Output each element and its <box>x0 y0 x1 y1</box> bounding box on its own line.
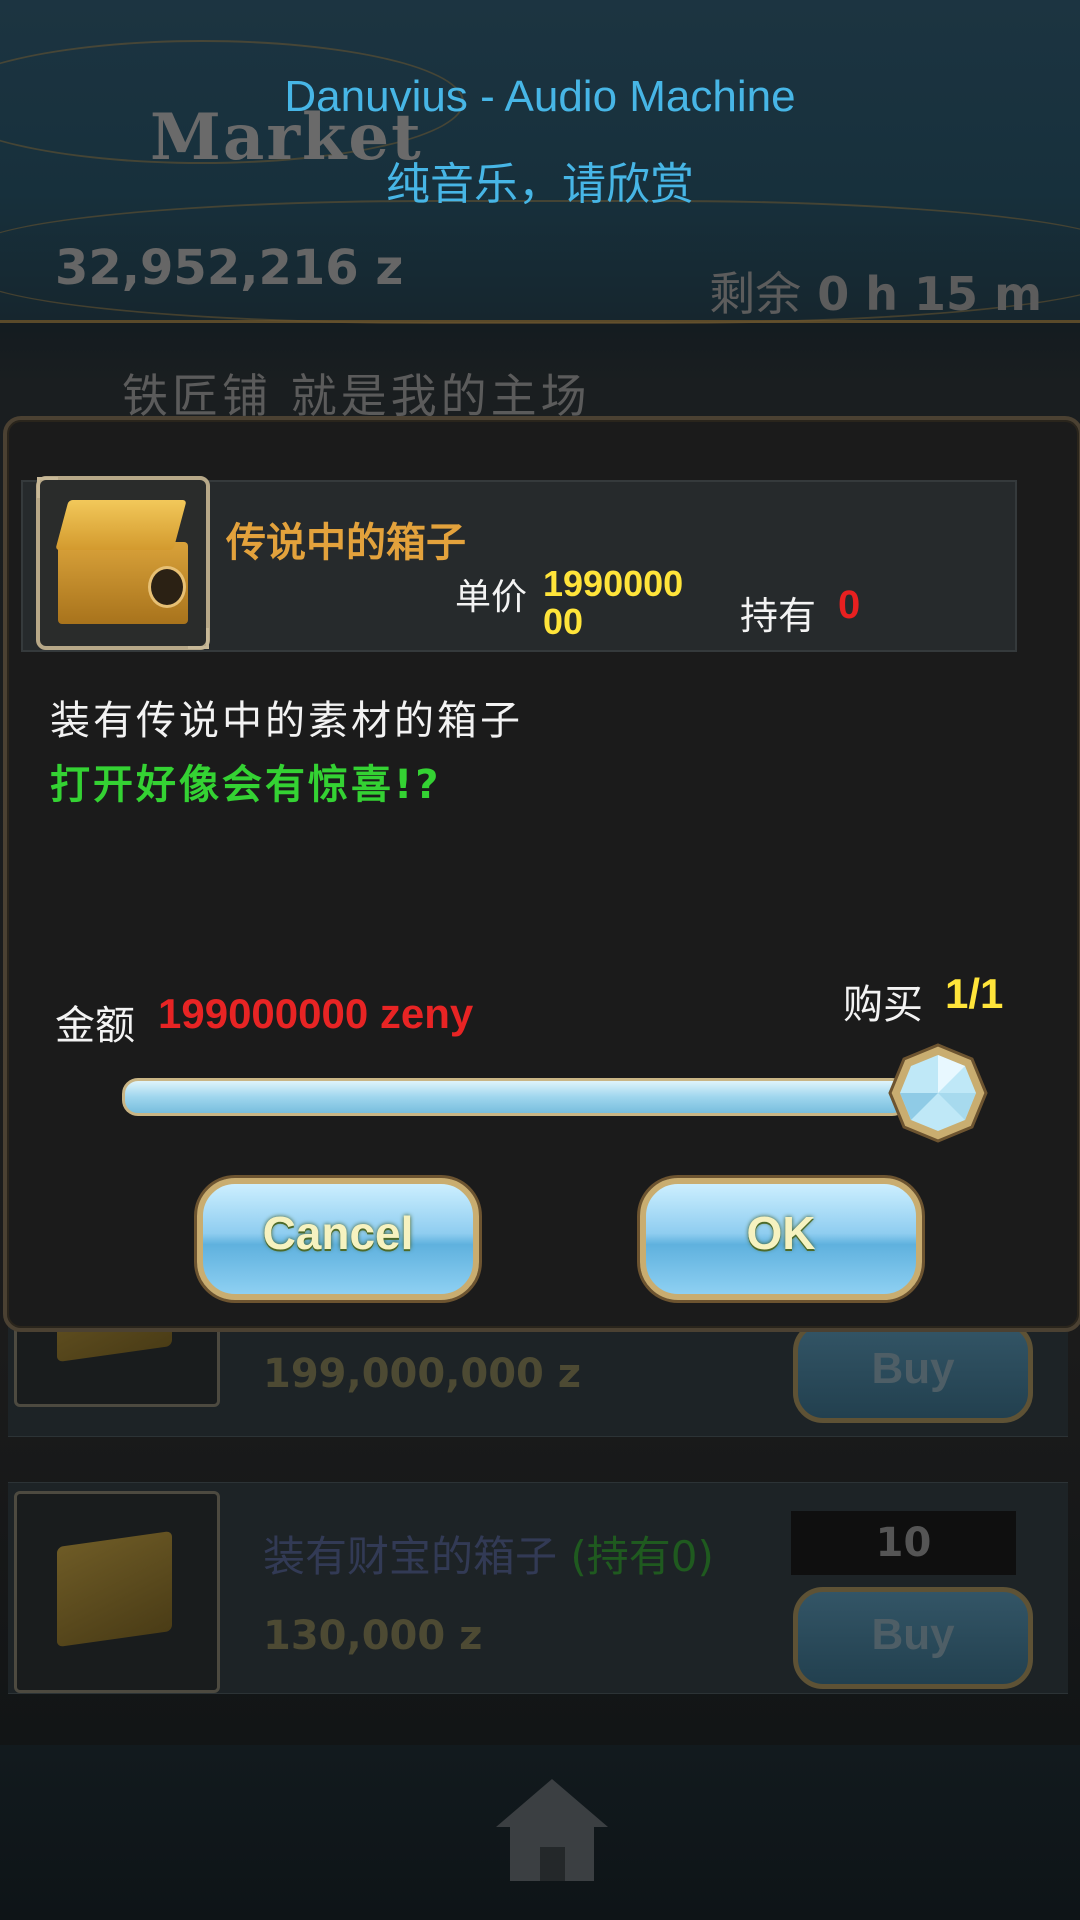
owned-label: 持有 <box>740 594 817 638</box>
item-name-text: 装有财宝的箱子 <box>263 1532 558 1581</box>
purchase-count-label: 购买 <box>843 982 923 1028</box>
buy-button[interactable]: Buy <box>793 1587 1033 1689</box>
treasure-box-icon <box>57 1530 172 1648</box>
buy-button[interactable]: Buy <box>793 1321 1033 1423</box>
list-item: 装有财宝的箱子 (持有0) 10 130,000 z Buy <box>8 1482 1068 1694</box>
time-remaining-value: 0 h 15 m <box>817 267 1042 321</box>
quantity-field[interactable]: 10 <box>791 1511 1016 1575</box>
quantity-slider[interactable] <box>122 1078 908 1116</box>
unit-price-value: 199000000 <box>543 563 684 642</box>
song-title: Danuvius - Audio Machine <box>284 72 796 121</box>
ok-button[interactable]: OK <box>640 1178 922 1300</box>
total-amount-label: 金额 <box>55 1003 135 1049</box>
time-remaining: 剩余 0 h 15 m <box>709 258 1042 324</box>
item-description: 装有传说中的素材的箱子 <box>50 698 523 744</box>
item-thumbnail <box>36 476 210 650</box>
item-description-highlight: 打开好像会有惊喜!? <box>50 762 442 808</box>
zeny-balance: 32,952,216 z <box>55 240 404 296</box>
cancel-button[interactable]: Cancel <box>197 1178 479 1300</box>
item-price: 130,000 z <box>263 1613 483 1659</box>
owned-value: 0 <box>838 583 861 627</box>
item-name: 装有财宝的箱子 (持有0) <box>263 1523 714 1584</box>
item-price: 199,000,000 z <box>263 1351 582 1397</box>
item-thumbnail <box>14 1491 220 1693</box>
total-amount-value: 199000000 zeny <box>158 990 474 1037</box>
slider-gem-icon[interactable] <box>888 1043 988 1143</box>
purchase-count-value: 1/1 <box>945 970 1004 1017</box>
unit-price-label: 单价 <box>455 577 528 618</box>
home-icon[interactable] <box>490 1775 615 1885</box>
song-subtitle: 纯音乐，请欣赏 <box>386 159 694 210</box>
time-remaining-label: 剩余 <box>709 267 802 321</box>
item-owned-count: (持有0) <box>570 1532 714 1581</box>
item-name: 传说中的箱子 <box>226 520 466 566</box>
